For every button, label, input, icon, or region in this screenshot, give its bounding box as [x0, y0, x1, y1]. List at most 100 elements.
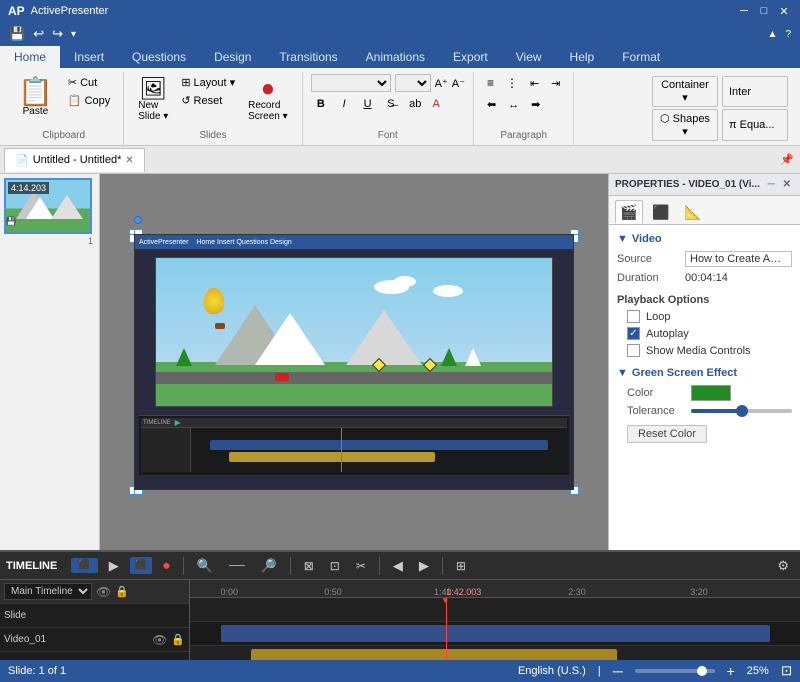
timeline-trim-button[interactable]: ✂: [351, 556, 371, 576]
copy-icon: 📋: [68, 94, 82, 107]
tab-questions[interactable]: Questions: [118, 46, 200, 68]
video-section-header[interactable]: ▼ Video: [617, 233, 792, 245]
tab-export[interactable]: Export: [439, 46, 502, 68]
zoom-in-status-button[interactable]: +: [727, 663, 735, 679]
tab-design[interactable]: Design: [200, 46, 265, 68]
main-timeline-lock-icon[interactable]: 🔒: [115, 585, 129, 598]
strikethrough-button[interactable]: S̶: [381, 96, 401, 112]
timeline-record-button[interactable]: ⏺: [158, 555, 175, 577]
green-screen-section-header[interactable]: ▼ Green Screen Effect: [617, 367, 792, 379]
slide-thumbnail[interactable]: 4:14.203 💾: [4, 178, 95, 234]
tab-view[interactable]: View: [502, 46, 556, 68]
main-timeline-eye-icon[interactable]: 👁: [96, 585, 111, 599]
timeline-play-button[interactable]: ▶: [104, 555, 124, 577]
tab-insert[interactable]: Insert: [60, 46, 118, 68]
timeline-split-button[interactable]: ⊠: [299, 556, 319, 576]
video-track-eye-icon[interactable]: 👁: [152, 633, 167, 647]
align-center-button[interactable]: ↔: [503, 96, 524, 113]
title-bar-controls[interactable]: ─ □ ✕: [736, 3, 792, 19]
highlight-button[interactable]: ab: [404, 96, 424, 112]
properties-close-button[interactable]: ✕: [780, 178, 794, 191]
container-button[interactable]: Container ▾: [652, 76, 718, 107]
font-family-select[interactable]: [311, 74, 391, 92]
timeline-zoom-out-button[interactable]: 🔍: [192, 555, 218, 577]
timeline-zoom-slider[interactable]: ──: [224, 557, 250, 575]
slide-canvas[interactable]: ActivePresenter Home Insert Questions De…: [134, 234, 574, 490]
reset-color-button[interactable]: Reset Color: [627, 425, 707, 443]
autoplay-checkbox[interactable]: ✓: [627, 327, 640, 340]
properties-pin-button[interactable]: ─: [765, 178, 778, 191]
timeline-zoom-in-button[interactable]: 🔎: [256, 555, 282, 577]
font-color-button[interactable]: A: [428, 96, 448, 112]
italic-button[interactable]: I: [334, 96, 354, 112]
close-button[interactable]: ✕: [776, 3, 792, 19]
timeline-expand-button[interactable]: ⊞: [451, 556, 471, 576]
collapse-ribbon-button[interactable]: ▲: [765, 27, 781, 42]
timeline-settings-button[interactable]: ⚙: [772, 555, 794, 577]
minimize-button[interactable]: ─: [736, 3, 752, 19]
timeline-frame-button[interactable]: ⬛: [130, 557, 152, 574]
timeline-view-button[interactable]: ⬛: [71, 558, 97, 573]
underline-button[interactable]: U: [357, 96, 377, 112]
tick-0: 0:00: [221, 587, 239, 597]
qat-more-button[interactable]: ▾: [68, 27, 79, 42]
bold-button[interactable]: B: [311, 96, 331, 112]
inter-button[interactable]: Inter: [722, 76, 788, 107]
layout-button[interactable]: ⊞ Layout ▾: [176, 74, 240, 91]
zoom-slider[interactable]: [635, 669, 715, 673]
font-size-select[interactable]: [395, 74, 431, 92]
reset-button[interactable]: ↺ Reset: [176, 92, 240, 109]
numbering-button[interactable]: ⋮: [501, 74, 523, 92]
pin-view-button[interactable]: 📌: [774, 151, 800, 168]
maximize-button[interactable]: □: [756, 3, 772, 19]
copy-button[interactable]: 📋 Copy: [63, 92, 115, 109]
document-tab-close[interactable]: ✕: [125, 155, 133, 166]
tab-transitions[interactable]: Transitions: [265, 46, 351, 68]
bullets-button[interactable]: ≡: [482, 74, 499, 92]
source-value[interactable]: How to Create Ani...: [685, 251, 792, 267]
main-timeline-dropdown[interactable]: Main Timeline: [4, 583, 92, 600]
paste-button[interactable]: 📋 Paste: [12, 74, 59, 121]
qat-redo-button[interactable]: ↪: [49, 24, 66, 44]
slide-clip[interactable]: [221, 625, 770, 642]
zoom-out-status-button[interactable]: ─: [613, 663, 623, 679]
show-controls-checkbox[interactable]: [627, 344, 640, 357]
language-label: English (U.S.): [518, 665, 586, 677]
cut-button[interactable]: ✂ Cut: [63, 74, 115, 91]
qat-undo-button[interactable]: ↩: [30, 24, 47, 44]
document-tab[interactable]: 📄 Untitled - Untitled* ✕: [4, 148, 145, 172]
playback-section-title: Playback Options: [617, 294, 792, 306]
tolerance-thumb[interactable]: [736, 405, 748, 417]
align-right-button[interactable]: ➡: [526, 96, 545, 113]
timeline-merge-button[interactable]: ⊡: [325, 556, 345, 576]
tab-home[interactable]: Home: [0, 46, 60, 68]
tab-help[interactable]: Help: [556, 46, 609, 68]
new-slide-button[interactable]: 🖼 NewSlide ▾: [132, 74, 174, 126]
timeline-playhead[interactable]: [446, 598, 447, 660]
help-button[interactable]: ?: [782, 27, 794, 42]
font-shrink-button[interactable]: A⁻: [452, 77, 465, 90]
canvas-area[interactable]: ActivePresenter Home Insert Questions De…: [100, 174, 608, 550]
indent-decrease-button[interactable]: ⇤: [525, 74, 544, 92]
tab-format[interactable]: Format: [608, 46, 674, 68]
video-track-lock-icon[interactable]: 🔒: [171, 633, 185, 646]
properties-tab-layout[interactable]: 📐: [679, 200, 707, 224]
shapes-button[interactable]: ⬡ Shapes ▾: [652, 109, 718, 141]
properties-tab-transform[interactable]: ⬛: [647, 200, 675, 224]
timeline-arrow-left-button[interactable]: ◀: [388, 555, 408, 577]
record-screen-button[interactable]: ⏺ RecordScreen ▾: [242, 74, 293, 126]
handle-rotate[interactable]: [134, 216, 142, 224]
tolerance-slider[interactable]: [691, 409, 792, 413]
video-clip[interactable]: [251, 649, 617, 660]
properties-tab-video[interactable]: 🎬: [615, 200, 643, 224]
font-grow-button[interactable]: A⁺: [435, 77, 448, 90]
fit-to-window-button[interactable]: ⊡: [781, 663, 792, 679]
loop-checkbox[interactable]: [627, 310, 640, 323]
align-left-button[interactable]: ⬅: [482, 96, 501, 113]
indent-increase-button[interactable]: ⇥: [546, 74, 565, 92]
tab-animations[interactable]: Animations: [352, 46, 439, 68]
color-swatch[interactable]: [691, 385, 731, 401]
equations-button[interactable]: π Equa...: [722, 109, 788, 141]
qat-save-button[interactable]: 💾: [6, 24, 28, 44]
timeline-arrow-right-button[interactable]: ▶: [414, 555, 434, 577]
